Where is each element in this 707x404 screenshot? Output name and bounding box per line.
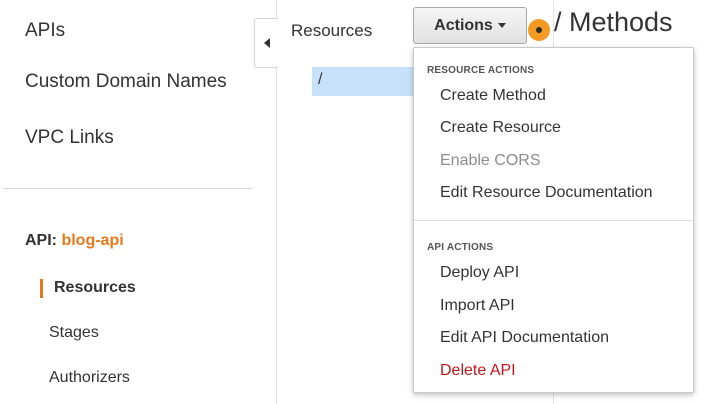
sidebar-item-stages[interactable]: Stages [49,324,99,342]
actions-button-label: Actions [434,16,493,34]
sidebar-divider [3,188,252,189]
menu-item-create-method[interactable]: Create Method [440,87,546,105]
menu-item-enable-cors: Enable CORS [440,152,541,169]
collapse-sidebar-button[interactable] [254,18,278,68]
sidebar-item-vpc-links[interactable]: VPC Links [25,127,114,149]
sidebar-item-authorizers[interactable]: Authorizers [49,369,130,387]
menu-separator [414,220,693,221]
resource-tree-root[interactable]: / [312,67,422,96]
chevron-left-icon [263,38,270,48]
menu-item-import-api[interactable]: Import API [440,297,515,315]
sidebar-item-resources[interactable]: Resources [54,279,136,297]
page-title: / Methods [554,7,673,37]
menu-section-api-actions: API ACTIONS [427,242,494,253]
sidebar-item-apis[interactable]: APIs [25,20,65,42]
menu-item-edit-resource-documentation[interactable]: Edit Resource Documentation [440,184,653,202]
menu-item-delete-api[interactable]: Delete API [440,362,516,380]
menu-section-resource-actions: RESOURCE ACTIONS [427,65,535,76]
actions-button[interactable]: Actions [413,7,527,44]
sidebar-item-custom-domain-names[interactable]: Custom Domain Names [25,71,227,93]
menu-item-create-resource[interactable]: Create Resource [440,119,561,137]
active-indicator [40,279,43,298]
sidebar: APIs Custom Domain Names VPC Links API: … [0,0,277,404]
api-heading: API: blog-api [25,232,124,250]
pointer-indicator-icon [528,19,550,41]
caret-down-icon [497,23,506,28]
api-heading-name[interactable]: blog-api [61,232,123,249]
resources-header: Resources [291,21,373,40]
menu-item-edit-api-documentation[interactable]: Edit API Documentation [440,329,609,347]
menu-item-deploy-api[interactable]: Deploy API [440,264,519,282]
actions-dropdown-menu: RESOURCE ACTIONS Create Method Create Re… [413,47,694,393]
api-heading-label: API: [25,232,57,249]
